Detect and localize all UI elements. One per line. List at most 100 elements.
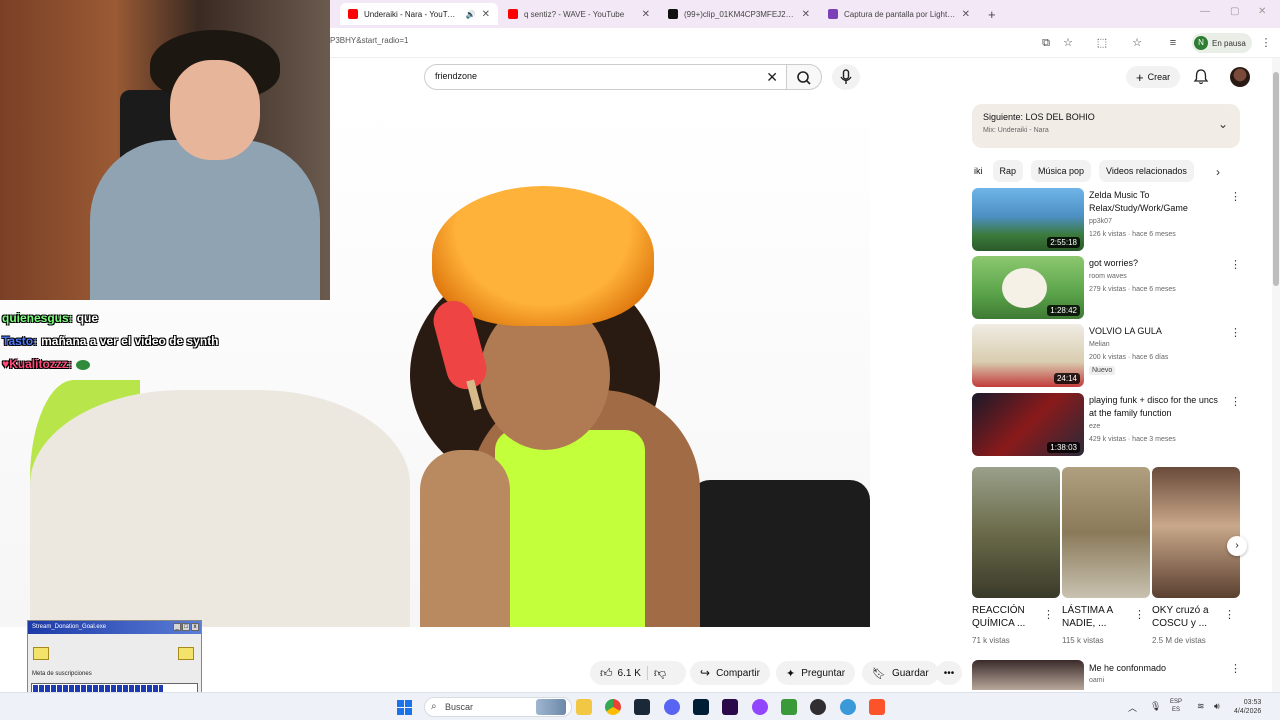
close-icon[interactable]: ✕ — [482, 9, 490, 20]
close-icon[interactable]: ✕ — [962, 9, 970, 20]
recommendation-item[interactable]: 2:55:18 Zelda Music To Relax/Study/Work/… — [972, 188, 1241, 252]
url-text[interactable]: P3BHY&start_radio=1 — [330, 36, 409, 45]
chevron-down-icon[interactable]: ⌄ — [1218, 117, 1228, 131]
channel-name[interactable]: eze — [1089, 423, 1100, 430]
more-vertical-icon[interactable]: ⋮ — [1230, 662, 1240, 675]
short-views: 115 k vistas — [1062, 636, 1104, 645]
avatar[interactable] — [1230, 67, 1250, 87]
tab-underaiki[interactable]: Underaiki - Nara - YouTube 🔊 ✕ — [340, 3, 498, 25]
profile-button[interactable]: N En pausa — [1192, 33, 1252, 53]
video-meta: 279 k vistas · hace 6 meses — [1089, 286, 1176, 293]
close-icon[interactable]: ✕ — [802, 9, 810, 20]
search-button[interactable] — [786, 64, 822, 90]
channel-name[interactable]: Melian — [1089, 341, 1110, 348]
video-thumbnail[interactable]: 1:28:42 — [972, 256, 1084, 319]
more-vertical-icon[interactable]: ⋮ — [1230, 326, 1241, 339]
close-icon[interactable]: ✕ — [642, 9, 650, 20]
create-button[interactable]: + Crear — [1126, 66, 1181, 88]
dislike-button[interactable]: 👎︎ — [654, 666, 666, 681]
file-explorer-icon[interactable] — [576, 699, 592, 715]
minecraft-icon[interactable] — [781, 699, 797, 715]
more-vertical-icon[interactable]: ⋮ — [1224, 608, 1235, 621]
chrome-icon[interactable] — [605, 699, 621, 715]
channel-name[interactable]: oami — [1089, 677, 1104, 684]
dog-thumbnail-art — [1002, 268, 1047, 308]
video-title[interactable]: Zelda Music To Relax/Study/Work/Game — [1089, 189, 1219, 215]
search-input[interactable] — [435, 71, 745, 81]
short-title[interactable]: OKY cruzó a COSCU y ... — [1152, 604, 1222, 630]
chevron-right-icon[interactable]: › — [1227, 536, 1247, 556]
favorites-icon[interactable]: ☆ — [1129, 35, 1145, 51]
install-app-icon[interactable]: ⧉ — [1038, 35, 1054, 51]
twitch-icon[interactable] — [752, 699, 768, 715]
recommendation-item[interactable]: 1:28:42 got worries? room waves 279 k vi… — [972, 256, 1241, 320]
recommendation-item[interactable]: 1:38:03 playing funk + disco for the unc… — [972, 393, 1241, 457]
channel-name[interactable]: pp3k07 — [1089, 218, 1112, 225]
playlist-panel[interactable]: Siguiente: LOS DEL BOHIO Mix: Underaiki … — [972, 104, 1240, 148]
save-button[interactable]: 🔖︎ Guardar — [862, 661, 939, 685]
scrollbar-thumb[interactable] — [1273, 72, 1279, 286]
short-thumbnail[interactable] — [1062, 467, 1150, 598]
microphone-icon[interactable]: 🎙︎ — [1150, 701, 1161, 712]
more-vertical-icon[interactable]: ⋮ — [1230, 258, 1241, 271]
extensions-icon[interactable]: ⬚ — [1094, 35, 1110, 51]
steam-icon[interactable] — [634, 699, 650, 715]
browser-menu-icon[interactable]: ⋮ — [1258, 35, 1274, 51]
maximize-icon[interactable]: ▢ — [1230, 6, 1239, 17]
recommendation-item[interactable]: Me he confonmado oami ⋮ — [972, 660, 1240, 690]
more-vertical-icon[interactable]: ⋮ — [1230, 395, 1241, 408]
video-title[interactable]: VOLVIO LA GULA — [1089, 325, 1219, 338]
speaker-icon[interactable]: 🔊 — [466, 10, 476, 19]
more-actions-button[interactable]: ••• — [936, 661, 962, 685]
video-thumbnail[interactable]: 2:55:18 — [972, 188, 1084, 251]
video-thumbnail[interactable] — [972, 660, 1084, 690]
video-title[interactable]: got worries? — [1089, 257, 1219, 270]
tab-wave[interactable]: q sentiz? - WAVE - YouTube ✕ — [500, 3, 658, 25]
notifications-bell-icon[interactable] — [1192, 68, 1210, 86]
voice-search-button[interactable] — [832, 64, 860, 90]
ask-button[interactable]: ✦ Preguntar — [776, 661, 856, 685]
more-vertical-icon[interactable]: ⋮ — [1043, 608, 1054, 621]
system-clock[interactable]: 03:53 4/4/2026 — [1234, 698, 1261, 716]
video-thumbnail[interactable]: 1:38:03 — [972, 393, 1084, 456]
short-thumbnail[interactable] — [1152, 467, 1240, 598]
short-thumbnail[interactable] — [972, 467, 1060, 598]
recommendation-item[interactable]: 24:14 VOLVIO LA GULA Melian 200 k vistas… — [972, 324, 1241, 388]
close-window-icon[interactable]: ✕ — [1258, 6, 1266, 17]
reading-list-icon[interactable]: ≡ — [1165, 35, 1181, 51]
bookmark-star-icon[interactable]: ☆ — [1060, 35, 1076, 51]
tray-expand-icon[interactable]: ︿ — [1128, 701, 1137, 714]
more-vertical-icon[interactable]: ⋮ — [1134, 608, 1145, 621]
video-title[interactable]: playing funk + disco for the uncs at the… — [1089, 394, 1219, 420]
chip[interactable]: Videos relacionados — [1099, 160, 1194, 182]
video-title[interactable]: Me he confonmado — [1089, 662, 1219, 675]
more-vertical-icon[interactable]: ⋮ — [1230, 190, 1241, 203]
widget-icon[interactable] — [536, 699, 566, 715]
short-title[interactable]: REACCIÓN QUÍMICA ... — [972, 604, 1042, 630]
volume-icon[interactable]: 🔊︎ — [1214, 701, 1220, 712]
channel-name[interactable]: room waves — [1089, 273, 1127, 280]
minimize-icon[interactable]: — — [1200, 6, 1210, 17]
tab-clip[interactable]: (99+)clip_01KM4CP3MFEJ24DP ✕ — [660, 3, 818, 25]
obs-icon[interactable] — [810, 699, 826, 715]
windows-start-icon[interactable] — [397, 700, 412, 715]
chip[interactable]: iki — [972, 160, 985, 182]
video-thumbnail[interactable]: 24:14 — [972, 324, 1084, 387]
premiere-icon[interactable] — [722, 699, 738, 715]
new-tab-button[interactable]: + — [980, 3, 1000, 25]
video-duration: 24:14 — [1053, 373, 1080, 384]
clear-search-icon[interactable]: ✕ — [766, 69, 778, 86]
short-title[interactable]: LÁSTIMA A NADIE, ... — [1062, 604, 1132, 630]
edge-icon[interactable] — [840, 699, 856, 715]
share-button[interactable]: ↪ Compartir — [690, 661, 770, 685]
chevron-right-icon[interactable]: › — [1216, 165, 1220, 179]
chip[interactable]: Música pop — [1031, 160, 1092, 182]
brave-icon[interactable] — [869, 699, 885, 715]
like-button[interactable]: 👍︎ 6.1 K — [600, 666, 641, 681]
wifi-icon[interactable]: ≋ — [1197, 701, 1205, 712]
discord-icon[interactable] — [664, 699, 680, 715]
language-indicator[interactable]: ESP ES — [1170, 698, 1182, 714]
tab-lightshot[interactable]: Captura de pantalla por Lightsh ✕ — [820, 3, 978, 25]
photoshop-icon[interactable] — [693, 699, 709, 715]
chip[interactable]: Rap — [992, 160, 1024, 182]
